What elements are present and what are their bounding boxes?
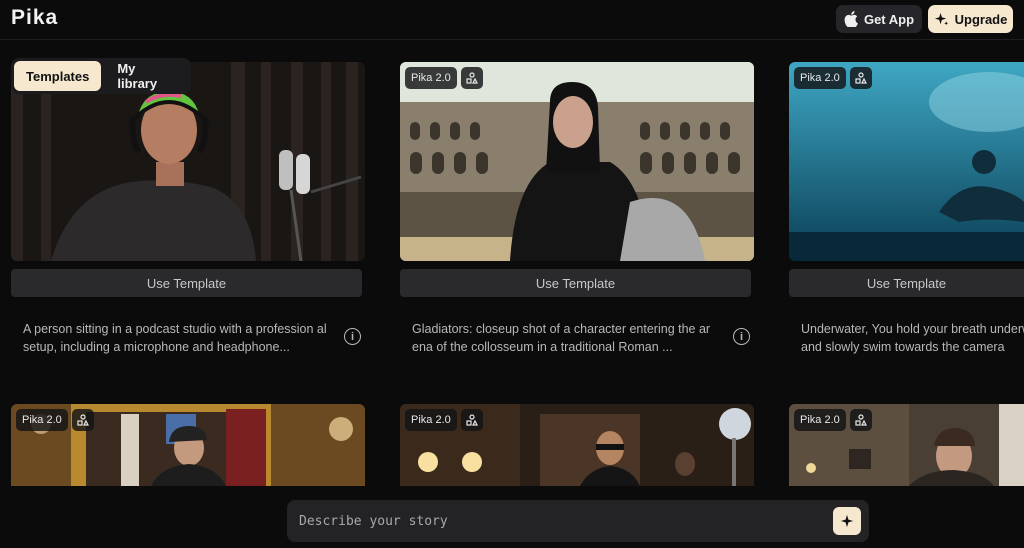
template-description: Underwater, You hold your breath underwa… [801,320,1024,356]
top-bar: Pika Get App Upgrade [0,0,1024,40]
shapes-icon [71,409,94,431]
shapes-icon [460,409,483,431]
version-label: Pika 2.0 [794,409,846,431]
story-prompt-box[interactable] [287,500,869,542]
version-badge: Pika 2.0 [405,409,483,431]
template-thumbnail[interactable] [400,62,754,261]
use-template-button[interactable]: Use Template [400,269,751,297]
template-description-text: Underwater, You hold your breath underwa… [801,322,1024,354]
shapes-icon [849,67,872,89]
tab-templates[interactable]: Templates [14,61,102,91]
use-template-button[interactable]: Use Template [789,269,1024,297]
shapes-icon [849,409,872,431]
version-badge: Pika 2.0 [16,409,94,431]
version-label: Pika 2.0 [794,67,846,89]
version-badge: Pika 2.0 [794,409,872,431]
version-label: Pika 2.0 [16,409,68,431]
generate-button[interactable] [833,507,861,535]
version-label: Pika 2.0 [405,67,457,89]
tab-my-library[interactable]: My library [105,61,188,91]
story-input[interactable] [299,510,819,532]
info-icon[interactable]: i [733,328,750,345]
version-label: Pika 2.0 [405,409,457,431]
upgrade-button[interactable]: Upgrade [928,5,1013,33]
sparkle-icon [840,514,854,528]
template-description: Gladiators: closeup shot of a character … [412,322,711,354]
sparkle-icon [934,12,948,25]
apple-icon [844,11,858,27]
upgrade-label: Upgrade [954,11,1008,27]
version-badge: Pika 2.0 [794,67,872,89]
get-app-button[interactable]: Get App [836,5,922,33]
version-badge: Pika 2.0 [405,67,483,89]
template-description: A person sitting in a podcast studio wit… [23,322,327,354]
info-icon[interactable]: i [344,328,361,345]
get-app-label: Get App [863,11,915,27]
library-tabs: Templates My library [11,58,191,94]
use-template-button[interactable]: Use Template [11,269,362,297]
shapes-icon [460,67,483,89]
template-thumbnail[interactable] [789,62,1024,261]
pika-logo[interactable]: Pika [11,6,58,30]
